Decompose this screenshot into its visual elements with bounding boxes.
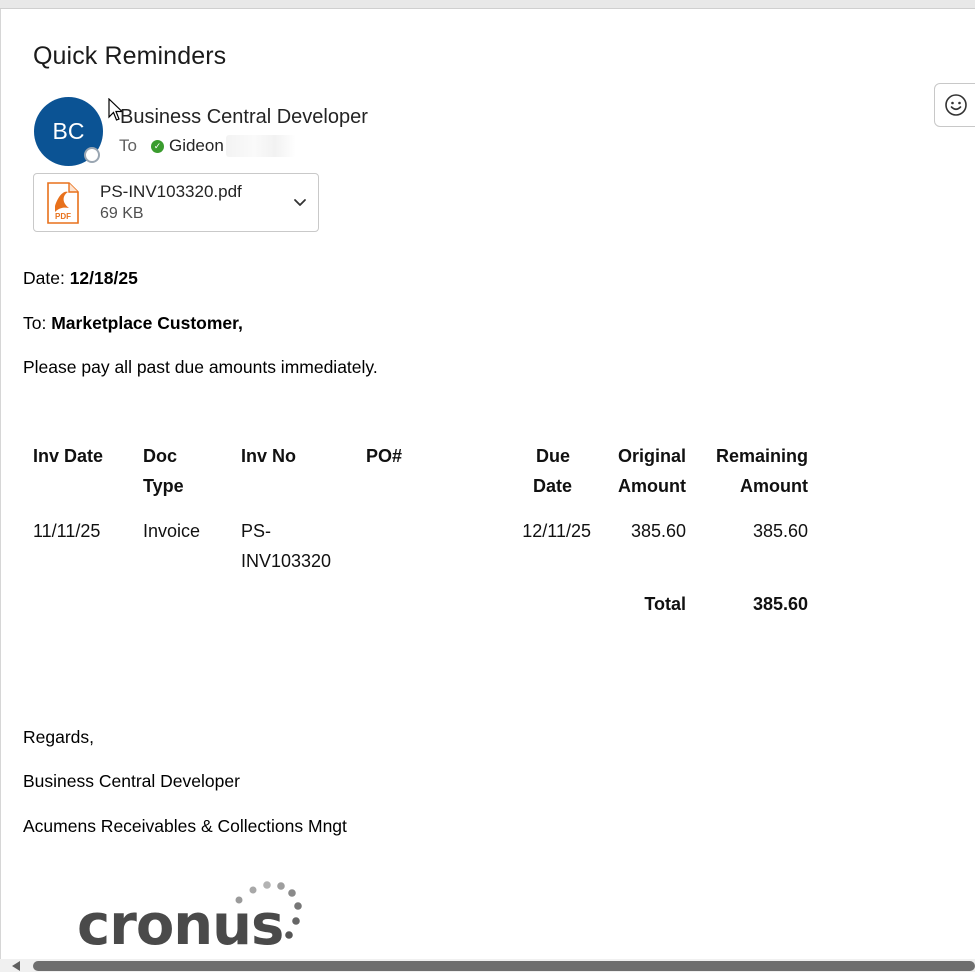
date-value: 12/18/25 <box>69 268 138 288</box>
available-check-icon: ✓ <box>150 139 164 153</box>
header-remaining-2: Amount <box>740 476 808 496</box>
redacted-surname <box>225 135 296 157</box>
reactions-button[interactable] <box>934 83 975 127</box>
attachment-size: 69 KB <box>100 205 144 222</box>
to-line: To: Marketplace Customer, <box>23 313 243 334</box>
sender-name[interactable]: Business Central Developer <box>120 106 368 129</box>
header-remaining-1: Remaining <box>715 446 808 466</box>
avatar-initials: BC <box>52 118 85 144</box>
cell-remaining-amount: 385.60 <box>752 521 808 541</box>
scroll-left-arrow-icon[interactable] <box>12 961 20 971</box>
cell-due-date: 12/11/25 <box>522 521 591 541</box>
attachment-filename: PS-INV103320.pdf <box>100 182 242 201</box>
header-due-date-1: Due <box>535 446 570 466</box>
header-original-2: Amount <box>618 476 686 496</box>
date-line: Date: 12/18/25 <box>23 268 138 289</box>
total-value: 385.60 <box>752 594 808 614</box>
cell-doc-type: Invoice <box>143 521 201 541</box>
chevron-down-icon[interactable] <box>292 194 308 210</box>
smiley-icon <box>945 94 967 116</box>
header-original-1: Original <box>617 446 686 466</box>
message-line: Please pay all past due amounts immediat… <box>23 357 378 377</box>
pdf-icon: PDF <box>47 182 79 224</box>
cell-inv-no-1: PS- <box>241 521 272 541</box>
cell-inv-no-2: INV103320 <box>241 551 332 571</box>
recipient-name[interactable]: Gideon <box>169 136 224 156</box>
signature-name: Business Central Developer <box>23 771 240 791</box>
email-subject: Quick Reminders <box>33 42 227 70</box>
to-label: To <box>119 136 137 155</box>
to-line-label: To: <box>23 313 47 333</box>
header-due-date-2: Date <box>532 476 572 496</box>
header-doc-type-1: Doc <box>143 446 178 466</box>
cell-original-amount: 385.60 <box>630 521 686 541</box>
header-po: PO# <box>366 446 403 466</box>
header-inv-date: Inv Date <box>33 446 104 466</box>
total-label: Total <box>644 594 686 614</box>
customer-name: Marketplace Customer, <box>51 313 243 333</box>
date-label: Date: <box>23 268 65 288</box>
header-inv-no: Inv No <box>241 446 297 466</box>
company-logo-dots-icon <box>235 881 302 939</box>
window-top-bar <box>0 0 975 9</box>
regards-line: Regards, <box>23 727 95 747</box>
signature-company: Acumens Receivables & Collections Mngt <box>23 816 347 836</box>
pdf-icon-label: PDF <box>55 212 71 221</box>
attachment-card[interactable]: PDF PS-INV103320.pdf 69 KB <box>33 173 319 232</box>
reading-pane-border <box>0 9 1 959</box>
header-doc-type-2: Type <box>143 476 184 496</box>
recipient-row: To ✓ Gideon <box>119 135 296 157</box>
scrollbar-thumb[interactable] <box>33 961 975 971</box>
presence-status-icon <box>84 147 100 163</box>
cell-inv-date: 11/11/25 <box>33 521 101 541</box>
